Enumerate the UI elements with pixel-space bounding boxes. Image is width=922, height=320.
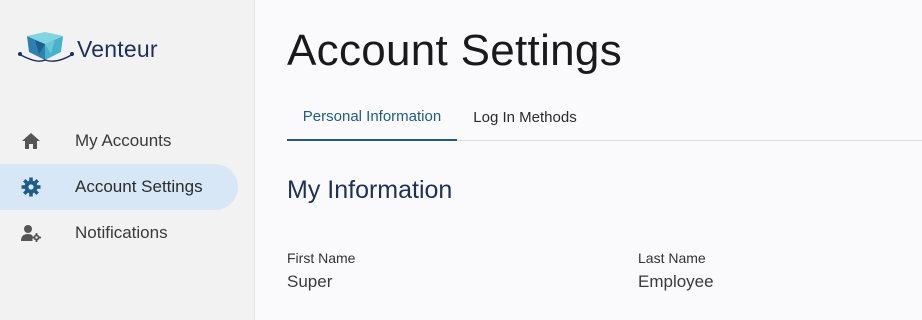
tab-log-in-methods[interactable]: Log In Methods — [457, 94, 593, 141]
last-name-label: Last Name — [638, 250, 706, 266]
sidebar-item-label: Notifications — [75, 223, 168, 242]
home-icon — [20, 131, 42, 151]
section-title: My Information — [287, 176, 453, 204]
sidebar-item-label: Account Settings — [75, 177, 203, 196]
sidebar-item-label: My Accounts — [75, 131, 172, 150]
tab-bar: Personal Information Log In Methods — [287, 94, 922, 141]
brand-name: Venteur — [77, 36, 158, 62]
first-name-value: Super — [287, 272, 333, 291]
sidebar: Venteur My Accounts Account Settings Not… — [0, 0, 255, 320]
sidebar-item-my-accounts[interactable]: My Accounts — [0, 118, 238, 164]
tab-personal-information[interactable]: Personal Information — [287, 94, 457, 141]
sidebar-item-notifications[interactable]: Notifications — [0, 210, 238, 256]
gear-icon — [20, 177, 42, 197]
venteur-logo-icon — [17, 30, 75, 69]
user-gear-icon — [20, 223, 42, 243]
first-name-label: First Name — [287, 250, 356, 266]
last-name-value: Employee — [638, 272, 714, 291]
brand-logo[interactable]: Venteur — [17, 30, 158, 69]
sidebar-item-account-settings[interactable]: Account Settings — [0, 164, 238, 210]
page-title: Account Settings — [287, 26, 622, 75]
